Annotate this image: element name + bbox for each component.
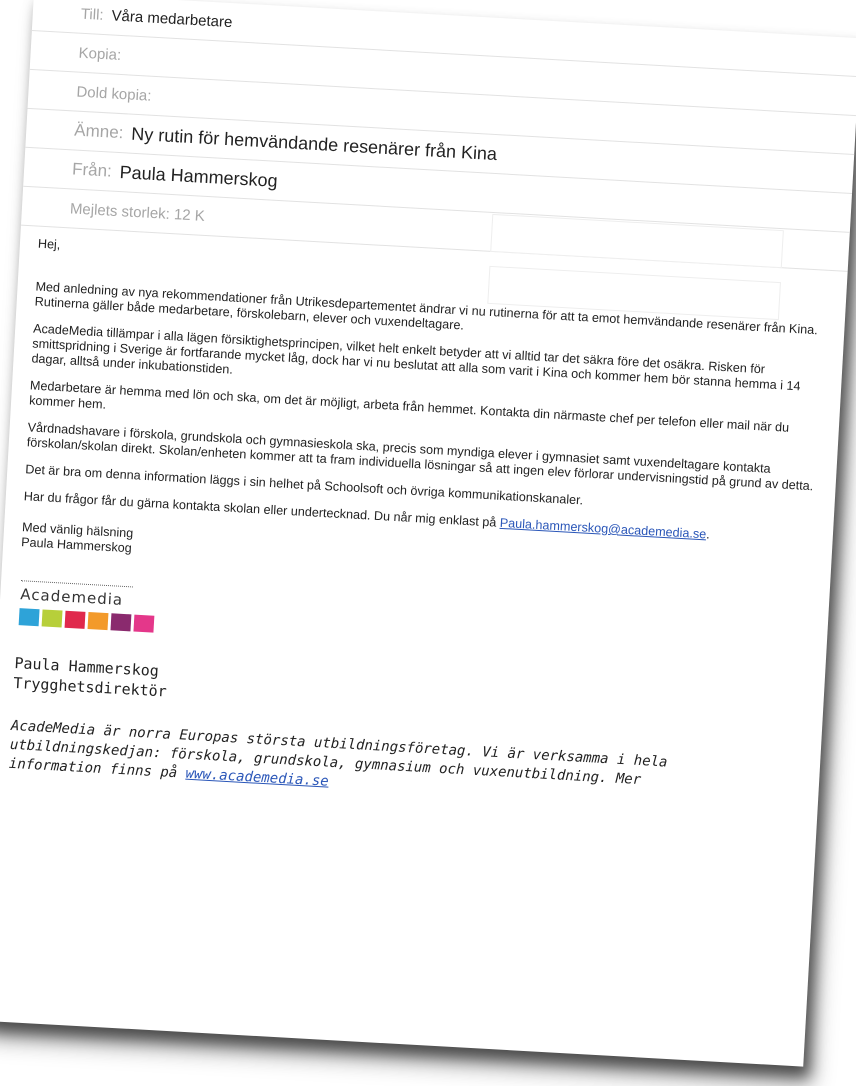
email-document: Till: Våra medarbetare Kopia: Dold kopia… [0, 0, 856, 1067]
contact-end: . [705, 527, 711, 542]
to-value: Våra medarbetare [111, 6, 233, 31]
from-label: Från: [71, 159, 113, 181]
size-text: Mejlets storlek: 12 K [69, 199, 206, 225]
brand-square [18, 608, 40, 627]
brand-square [64, 610, 86, 629]
footer-body: AcadeMedia är norra Europas största utbi… [8, 717, 668, 789]
brand-square [110, 613, 132, 632]
brand-square [41, 609, 63, 628]
bcc-label: Dold kopia: [76, 83, 152, 105]
email-link[interactable]: Paula.hammerskog@academedia.se [499, 516, 706, 542]
to-label: Till: [80, 5, 105, 24]
from-value: Paula Hammerskog [119, 161, 279, 191]
subject-label: Ämne: [73, 120, 124, 143]
brand-square [87, 612, 109, 631]
brand-square [133, 614, 155, 633]
footer-text: AcadeMedia är norra Europas största utbi… [8, 717, 730, 814]
cc-label: Kopia: [78, 44, 122, 64]
